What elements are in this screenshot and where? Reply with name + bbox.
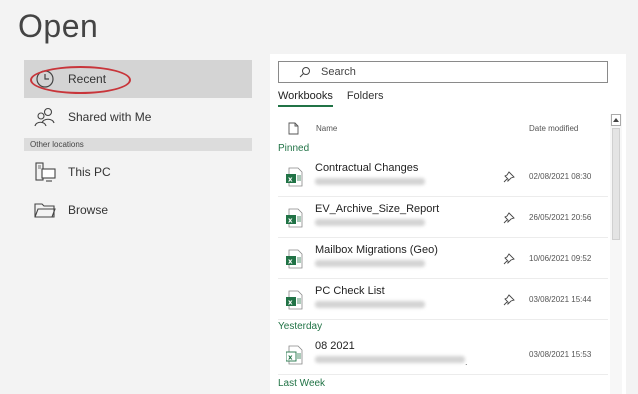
group-label-pinned: Pinned — [278, 143, 310, 154]
file-name: Mailbox Migrations (Geo) — [315, 244, 438, 256]
tab-workbooks[interactable]: Workbooks — [278, 90, 333, 107]
scrollbar[interactable] — [610, 114, 622, 394]
svg-text:x: x — [288, 258, 293, 266]
file-name: 08 2021 — [315, 340, 355, 352]
excel-file-icon: x — [286, 167, 303, 187]
file-path-blurred — [315, 356, 465, 363]
svg-text:x: x — [288, 217, 293, 225]
nav-item-label: Shared with Me — [68, 110, 152, 124]
file-date: 26/05/2021 20:56 — [529, 213, 592, 222]
column-header: Name Date modified — [278, 118, 608, 138]
nav-item-label: Browse — [68, 203, 109, 217]
nav-item-browse[interactable]: Browse — [24, 191, 252, 229]
nav-item-recent[interactable]: Recent — [24, 60, 252, 98]
file-path-blurred — [315, 260, 425, 267]
search-input[interactable] — [321, 66, 571, 78]
column-date-modified[interactable]: Date modified — [529, 124, 578, 133]
file-name: PC Check List — [315, 285, 385, 297]
file-path-blurred — [315, 301, 425, 308]
group-label-last-week: Last Week — [278, 378, 326, 389]
file-row-mailbox-migrations-geo[interactable]: x Mailbox Migrations (Geo) 10/06/2021 09… — [278, 238, 608, 279]
file-icon — [288, 122, 304, 135]
file-date: 03/08/2021 15:44 — [529, 295, 592, 304]
path-dot: . — [465, 357, 468, 367]
pin-icon[interactable] — [503, 294, 515, 306]
pin-icon[interactable] — [503, 212, 515, 224]
file-path-blurred — [315, 178, 425, 185]
file-date: 10/06/2021 09:52 — [529, 254, 592, 263]
file-row-08-2021[interactable]: x 08 2021 . 03/08/2021 15:53 — [278, 334, 608, 375]
svg-text:x: x — [288, 299, 293, 307]
nav-item-label: This PC — [68, 165, 111, 179]
scroll-up-button[interactable] — [611, 114, 621, 126]
pin-icon[interactable] — [503, 171, 515, 183]
file-row-ev-archive-size-report[interactable]: x EV_Archive_Size_Report 26/05/2021 20:5… — [278, 197, 608, 238]
excel-csv-file-icon: x — [286, 345, 303, 365]
recent-files-pane: Workbooks Folders Name Date modified Pin… — [270, 54, 626, 394]
excel-file-icon: x — [286, 208, 303, 228]
tab-bar: Workbooks Folders — [278, 90, 398, 107]
svg-text:x: x — [288, 176, 293, 184]
file-list: Pinned x Contractual Changes 02/08/2021 … — [270, 142, 608, 391]
search-icon — [299, 66, 311, 78]
file-name: Contractual Changes — [315, 162, 419, 174]
file-name: EV_Archive_Size_Report — [315, 203, 440, 215]
nav-item-label: Recent — [68, 72, 107, 86]
group-label-yesterday: Yesterday — [278, 321, 323, 332]
file-path-blurred — [315, 219, 425, 226]
excel-file-icon: x — [286, 249, 303, 269]
clock-icon — [34, 68, 56, 90]
column-name[interactable]: Name — [316, 124, 337, 133]
svg-text:x: x — [288, 354, 293, 362]
search-box[interactable] — [278, 61, 608, 83]
file-row-contractual-changes[interactable]: x Contractual Changes 02/08/2021 08:30 — [278, 156, 608, 197]
scroll-thumb[interactable] — [612, 128, 620, 240]
other-locations-header: Other locations — [24, 138, 252, 151]
tab-folders[interactable]: Folders — [347, 90, 384, 107]
page-title: Open — [18, 8, 99, 44]
file-date: 03/08/2021 15:53 — [529, 350, 592, 359]
left-nav: Recent Shared with Me Other locations Th… — [24, 60, 252, 229]
computer-icon — [34, 161, 56, 183]
people-icon — [34, 106, 56, 128]
folder-icon — [34, 199, 56, 221]
excel-file-icon: x — [286, 290, 303, 310]
nav-item-this-pc[interactable]: This PC — [24, 153, 252, 191]
chevron-up-icon — [613, 118, 619, 122]
file-date: 02/08/2021 08:30 — [529, 172, 592, 181]
nav-item-shared-with-me[interactable]: Shared with Me — [24, 98, 252, 136]
file-row-pc-check-list[interactable]: x PC Check List 03/08/2021 15:44 — [278, 279, 608, 320]
pin-icon[interactable] — [503, 253, 515, 265]
